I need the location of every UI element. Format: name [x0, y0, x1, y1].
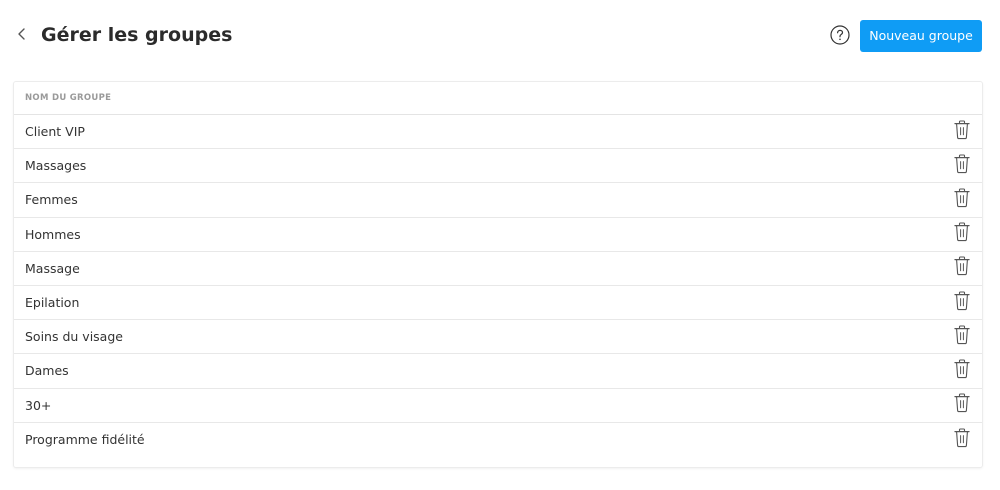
- table-row[interactable]: Hommes: [14, 218, 982, 252]
- table-body: Client VIP Massages Femmes Hommes Massag…: [14, 115, 982, 457]
- table-row[interactable]: Massages: [14, 149, 982, 184]
- table-row[interactable]: Soins du visage: [14, 320, 982, 355]
- table-header: NOM DU GROUPE: [14, 82, 982, 115]
- question-circle-icon: [830, 25, 850, 49]
- group-name: Programme fidélité: [25, 432, 145, 448]
- delete-group-button[interactable]: [954, 120, 970, 144]
- trash-icon: [954, 393, 970, 417]
- help-button[interactable]: [830, 25, 850, 45]
- trash-icon: [954, 290, 970, 315]
- group-name: Femmes: [25, 192, 78, 208]
- delete-group-button[interactable]: [954, 393, 970, 417]
- delete-group-button[interactable]: [954, 256, 970, 280]
- column-header-group-name: NOM DU GROUPE: [25, 93, 112, 103]
- table-row[interactable]: Epilation: [14, 286, 982, 321]
- table-row[interactable]: Femmes: [14, 183, 982, 218]
- delete-group-button[interactable]: [954, 428, 970, 452]
- chevron-left-icon: [17, 26, 27, 45]
- manage-groups-page: Gérer les groupes Nouveau groupe NOM DU …: [0, 0, 1000, 490]
- table-row[interactable]: Programme fidélité: [14, 423, 982, 457]
- table-row[interactable]: Client VIP: [14, 115, 982, 150]
- table-row[interactable]: Massage: [14, 252, 982, 286]
- table-row[interactable]: Dames: [14, 354, 982, 389]
- delete-group-button[interactable]: [954, 222, 970, 246]
- trash-icon: [954, 188, 970, 212]
- delete-group-button[interactable]: [954, 290, 970, 315]
- new-group-button[interactable]: Nouveau groupe: [860, 20, 982, 52]
- group-name: Soins du visage: [25, 329, 123, 345]
- groups-table: NOM DU GROUPE Client VIP Massages Femmes…: [14, 82, 982, 467]
- trash-icon: [954, 154, 970, 178]
- delete-group-button[interactable]: [954, 154, 970, 178]
- group-name: 30+: [25, 397, 52, 413]
- delete-group-button[interactable]: [954, 359, 970, 383]
- group-name: Hommes: [25, 226, 81, 242]
- delete-group-button[interactable]: [954, 325, 970, 349]
- group-name: Epilation: [25, 295, 80, 311]
- delete-group-button[interactable]: [954, 188, 970, 212]
- back-button[interactable]: [12, 24, 32, 46]
- group-name: Massages: [25, 158, 87, 174]
- trash-icon: [954, 120, 970, 144]
- group-name: Massage: [25, 260, 80, 276]
- group-name: Client VIP: [25, 124, 85, 140]
- trash-icon: [954, 222, 970, 246]
- trash-icon: [954, 256, 970, 280]
- table-row[interactable]: 30+: [14, 389, 982, 423]
- trash-icon: [954, 359, 970, 383]
- group-name: Dames: [25, 363, 69, 379]
- page-title: Gérer les groupes: [41, 24, 233, 46]
- trash-icon: [954, 325, 970, 349]
- trash-icon: [954, 428, 970, 452]
- page-header: Gérer les groupes Nouveau groupe: [0, 0, 1000, 72]
